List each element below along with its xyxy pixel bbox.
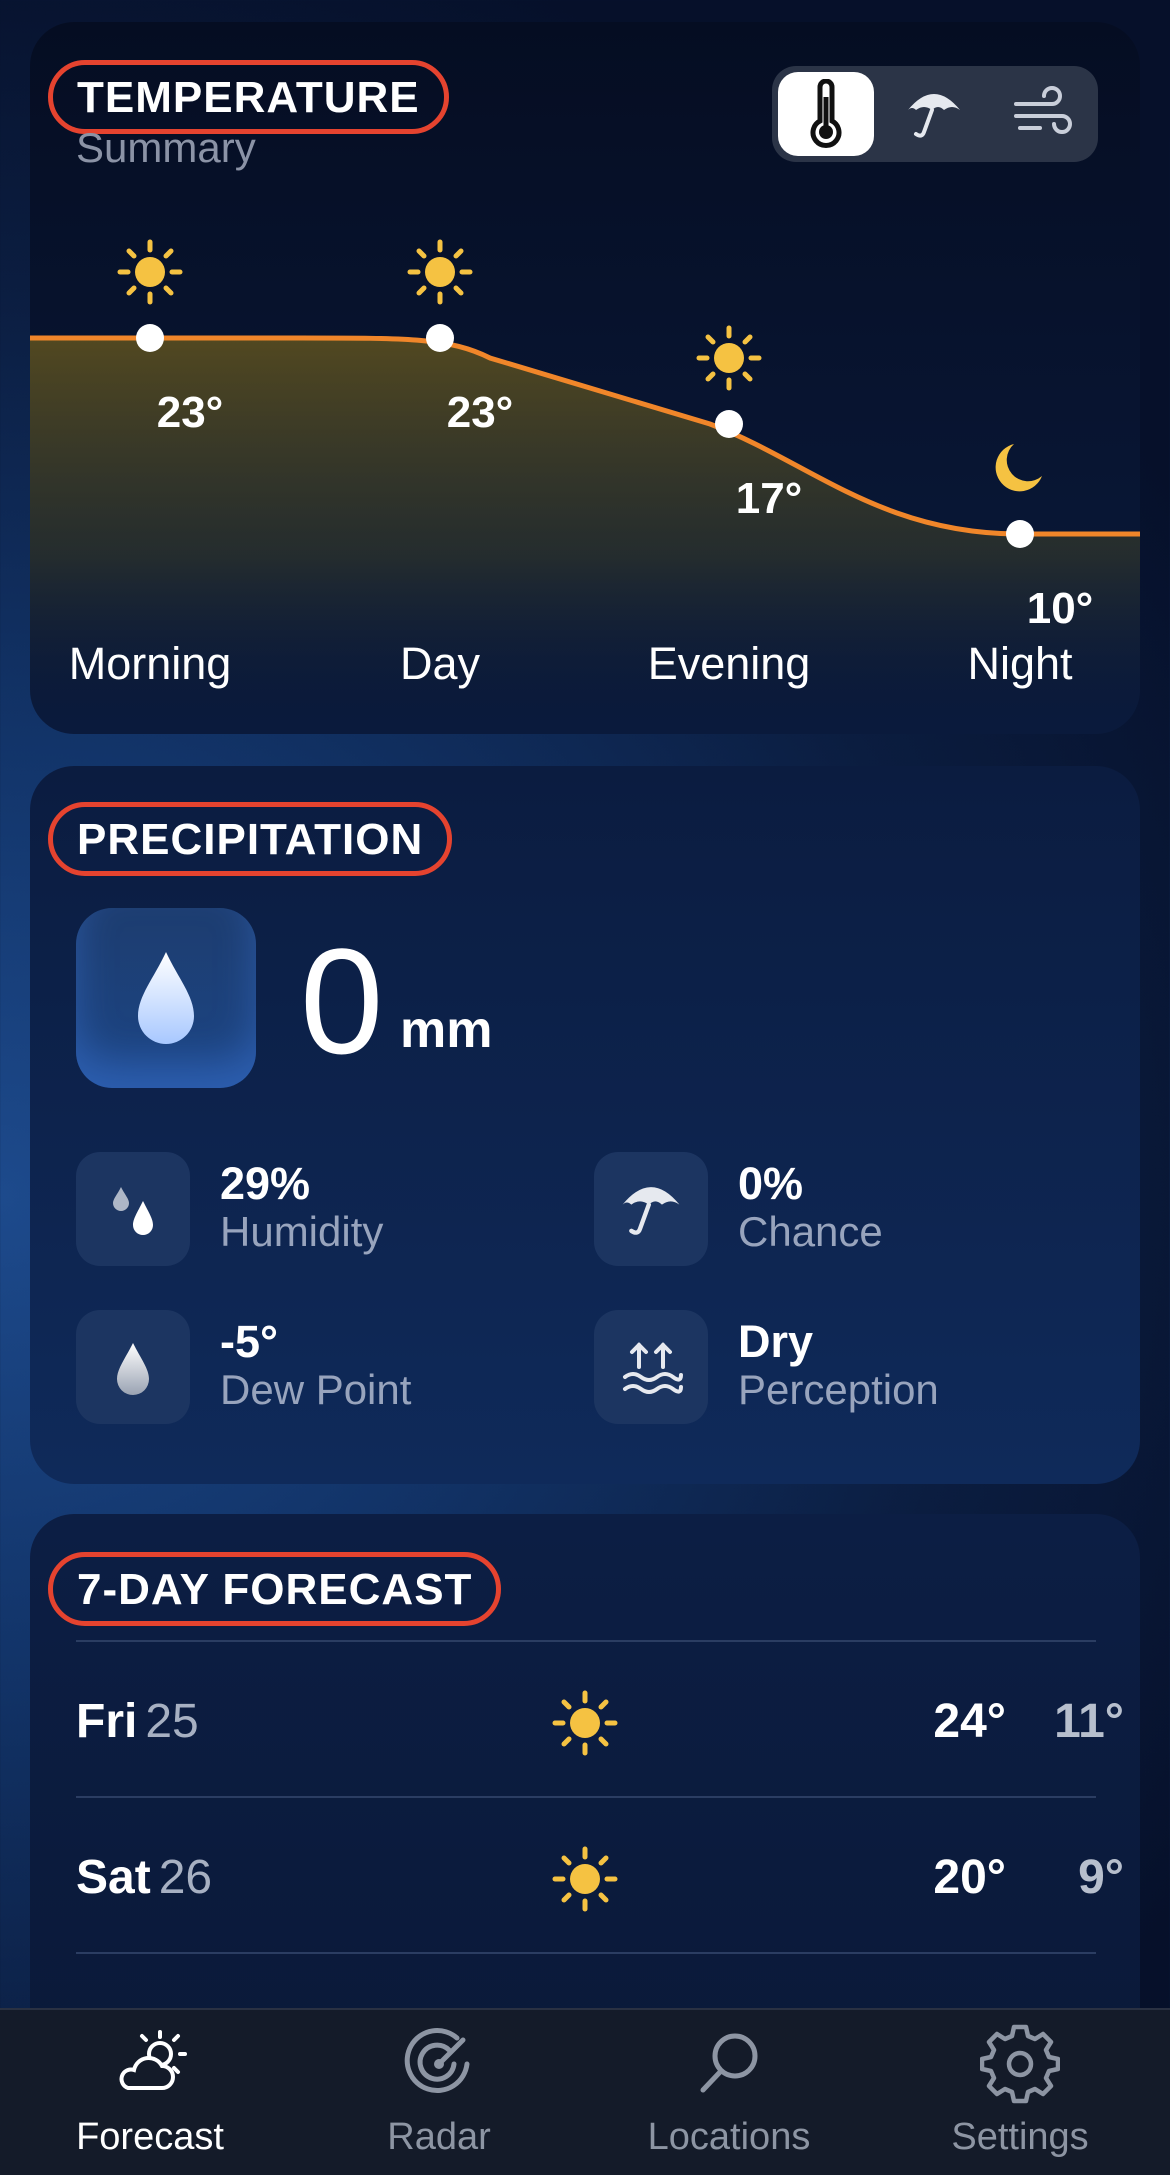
perception-label: Perception: [738, 1366, 939, 1413]
period-day: Day: [399, 638, 481, 689]
thermometer-icon: [810, 79, 842, 149]
humidity-label: Humidity: [220, 1208, 384, 1255]
forecast-low: 9°: [1078, 1851, 1124, 1904]
divider: [76, 1796, 1096, 1798]
temp-point-day: [426, 324, 454, 352]
raindrop-icon: [138, 952, 194, 1044]
chance-value: 0%: [738, 1158, 804, 1209]
forecast-day-date: 25: [145, 1695, 199, 1748]
forecast-high: 24°: [933, 1695, 1006, 1748]
sun-icon: [117, 239, 183, 305]
sun-icon: [407, 239, 473, 305]
segment-temperature[interactable]: [778, 72, 874, 156]
humidity-value: 29%: [220, 1158, 311, 1209]
sun-icon: [552, 1846, 618, 1912]
precipitation-title: PRECIPITATION: [48, 802, 453, 876]
temperature-title: TEMPERATURE: [48, 60, 449, 134]
divider: [76, 1952, 1096, 1954]
temp-label-day: 23°: [446, 388, 514, 437]
humidity-tile: [76, 1152, 190, 1266]
dew-point-tile: [76, 1310, 190, 1424]
tab-forecast-label: Forecast: [76, 2116, 224, 2158]
tab-locations-label: Locations: [647, 2116, 811, 2158]
tab-bar: Forecast Radar Locations Settings: [0, 2008, 1170, 2175]
droplets-icon: [113, 1187, 153, 1235]
forecast-day-date: 26: [158, 1851, 213, 1904]
moon-icon: [995, 444, 1042, 492]
gear-icon: [980, 2024, 1060, 2104]
chance-label: Chance: [738, 1208, 883, 1255]
metric-segmented-control: [772, 66, 1098, 162]
temp-point-night: [1006, 520, 1034, 548]
forecast-day-name: Sat: [76, 1851, 151, 1904]
period-evening: Evening: [647, 638, 811, 689]
forecast-day: Sat 26: [76, 1850, 212, 1905]
temp-point-morning: [136, 324, 164, 352]
tab-settings[interactable]: Settings: [874, 2010, 1166, 2175]
temp-label-morning: 23°: [156, 388, 224, 437]
sun-icon: [696, 325, 762, 391]
forecast-title: 7-DAY FORECAST: [48, 1552, 502, 1626]
dew-point-value: -5°: [220, 1316, 279, 1367]
precipitation-amount: 0: [300, 917, 384, 1085]
tab-settings-label: Settings: [951, 2116, 1089, 2158]
temp-point-evening: [715, 410, 743, 438]
dew-point-label: Dew Point: [220, 1366, 412, 1413]
chance-tile: [594, 1152, 708, 1266]
wind-icon: [1014, 86, 1072, 134]
rain-amount-tile: [76, 908, 256, 1088]
radar-icon: [404, 2028, 470, 2093]
temperature-subtitle: Summary: [76, 124, 256, 171]
forecast-low: 11°: [1054, 1695, 1124, 1748]
perception-tile: [594, 1310, 708, 1424]
umbrella-icon: [622, 1187, 680, 1235]
search-icon: [700, 2033, 758, 2093]
forecast-high: 20°: [933, 1851, 1006, 1904]
forecast-day: Fri 25: [76, 1694, 199, 1749]
droplet-icon: [117, 1343, 149, 1395]
forecast-day-name: Fri: [76, 1695, 138, 1748]
perception-value: Dry: [738, 1316, 814, 1367]
tab-radar[interactable]: Radar: [293, 2010, 585, 2175]
temp-label-night: 10°: [1026, 584, 1094, 633]
period-morning: Morning: [68, 638, 232, 689]
tab-forecast[interactable]: Forecast: [4, 2010, 296, 2175]
tab-radar-label: Radar: [387, 2116, 491, 2158]
tab-locations[interactable]: Locations: [583, 2010, 875, 2175]
segment-precipitation[interactable]: [886, 72, 982, 156]
divider: [76, 1640, 1096, 1642]
temperature-card: TEMPERATURE Summary 23° 23° 17° 10° Morn…: [30, 22, 1140, 734]
sun-icon: [552, 1690, 618, 1756]
precipitation-unit: mm: [400, 1001, 493, 1059]
segment-wind[interactable]: [994, 72, 1090, 156]
partly-sunny-icon: [119, 2030, 187, 2090]
temp-label-evening: 17°: [735, 474, 803, 523]
precipitation-card: PRECIPITATION 0 mm 29% Humidity 0% Chanc…: [30, 766, 1140, 1484]
evaporation-icon: [623, 1342, 683, 1394]
period-night: Night: [967, 638, 1073, 689]
umbrella-icon: [908, 94, 960, 138]
